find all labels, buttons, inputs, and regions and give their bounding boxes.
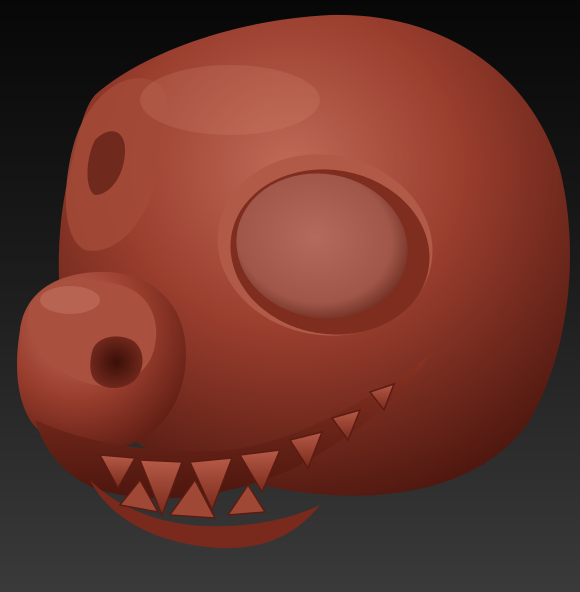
forehead-highlight xyxy=(140,65,320,135)
sculpt-viewport[interactable] xyxy=(0,0,580,592)
creature-head-sculpt xyxy=(17,14,570,549)
snout-highlight xyxy=(40,286,100,314)
